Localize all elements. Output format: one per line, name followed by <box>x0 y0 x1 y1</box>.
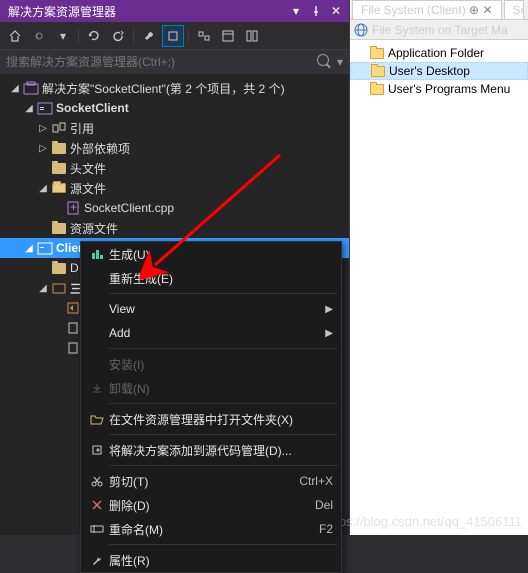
folder-icon <box>370 48 384 59</box>
preview-icon[interactable] <box>241 25 263 47</box>
scc-icon <box>85 444 109 456</box>
svg-text:++: ++ <box>70 201 79 214</box>
context-menu: 生成(U) 重新生成(E) View▶ Add▶ 安装(I) 卸载(N) 在文件… <box>80 241 342 573</box>
source-files-label: 源文件 <box>70 180 106 197</box>
collapse-icon[interactable] <box>193 25 215 47</box>
folder-icon <box>371 66 385 77</box>
open-folder-icon <box>85 413 109 425</box>
delete-icon <box>85 499 109 511</box>
folder-icon <box>50 220 68 236</box>
search-input[interactable] <box>6 55 317 69</box>
solution-icon <box>22 80 40 96</box>
file-system-panel: File System (Client) ⊕ ✕ Sc File System … <box>350 0 528 535</box>
properties-icon <box>85 554 109 566</box>
folder-icon <box>50 140 68 156</box>
resource-files-label: 资源文件 <box>70 220 118 237</box>
sync-icon[interactable] <box>83 25 105 47</box>
folder-list: Application Folder User's Desktop User's… <box>350 40 528 102</box>
dropdown-icon[interactable]: ▾ <box>287 2 305 20</box>
pin-icon[interactable] <box>307 2 325 20</box>
refresh-icon[interactable] <box>107 25 129 47</box>
tab-close-icon[interactable]: ✕ <box>482 3 492 17</box>
project-node-socketclient[interactable]: ◢ SocketClient <box>0 98 349 118</box>
header-files-node[interactable]: 头文件 <box>0 158 349 178</box>
menu-add[interactable]: Add▶ <box>81 321 341 345</box>
solution-node[interactable]: ◢ 解决方案"SocketClient"(第 2 个项目，共 2 个) <box>0 78 349 98</box>
project-icon <box>36 100 54 116</box>
back-icon[interactable] <box>28 25 50 47</box>
menu-delete[interactable]: 删除(D)Del <box>81 493 341 517</box>
references-label: 引用 <box>70 120 94 137</box>
folder-icon <box>50 260 68 276</box>
external-deps-label: 外部依赖项 <box>70 140 130 157</box>
fwd-icon[interactable]: ▾ <box>52 25 74 47</box>
menu-add-scc[interactable]: 将解决方案添加到源代码管理(D)... <box>81 438 341 462</box>
menu-rebuild[interactable]: 重新生成(E) <box>81 266 341 290</box>
solution-label: 解决方案"SocketClient"(第 2 个项目，共 2 个) <box>42 80 285 97</box>
panel-window-controls: ▾ ✕ <box>287 2 345 20</box>
home-icon[interactable] <box>4 25 26 47</box>
folder-icon <box>370 84 384 95</box>
tab-row: File System (Client) ⊕ ✕ Sc <box>350 0 528 20</box>
setup-icon <box>50 280 68 296</box>
folder-item-desktop[interactable]: User's Desktop <box>350 62 528 80</box>
tab-overflow[interactable]: Sc <box>504 0 524 19</box>
references-icon <box>50 120 68 136</box>
menu-view[interactable]: View▶ <box>81 297 341 321</box>
menu-cut[interactable]: 剪切(T)Ctrl+X <box>81 469 341 493</box>
resource-files-node[interactable]: 资源文件 <box>0 218 349 238</box>
menu-install: 安装(I) <box>81 352 341 376</box>
search-dropdown-icon[interactable]: ▾ <box>337 55 343 69</box>
external-deps-node[interactable]: ▷ 外部依赖项 <box>0 138 349 158</box>
toolbar: ▾ <box>0 22 349 50</box>
search-icon[interactable] <box>317 54 333 70</box>
submenu-arrow-icon: ▶ <box>325 304 333 315</box>
panel-title-bar: 解决方案资源管理器 ▾ ✕ <box>0 0 349 22</box>
header-files-label: 头文件 <box>70 160 106 177</box>
folder-open-icon <box>50 180 68 196</box>
build-icon <box>85 247 109 261</box>
menu-build[interactable]: 生成(U) <box>81 242 341 266</box>
source-files-node[interactable]: ◢ 源文件 <box>0 178 349 198</box>
folder-item-application[interactable]: Application Folder <box>350 44 528 62</box>
cpp-file-icon: ++ <box>64 200 82 216</box>
rename-icon <box>85 524 109 534</box>
cpp-file-label: SocketClient.cpp <box>84 201 174 215</box>
folder-item-programs[interactable]: User's Programs Menu <box>350 80 528 98</box>
props-icon[interactable] <box>217 25 239 47</box>
panel-header: File System on Target Ma <box>350 20 528 40</box>
menu-rename[interactable]: 重命名(M)F2 <box>81 517 341 541</box>
show-all-icon[interactable] <box>162 25 184 47</box>
references-node[interactable]: ▷ 引用 <box>0 118 349 138</box>
cut-icon <box>85 475 109 487</box>
folder-icon <box>50 160 68 176</box>
menu-open-folder[interactable]: 在文件资源管理器中打开文件夹(X) <box>81 407 341 431</box>
submenu-arrow-icon: ▶ <box>325 328 333 339</box>
tab-file-system[interactable]: File System (Client) ⊕ ✕ <box>352 0 502 19</box>
project-icon <box>36 240 54 256</box>
close-icon[interactable]: ✕ <box>327 2 345 20</box>
search-box[interactable]: ▾ <box>0 50 349 74</box>
globe-icon <box>354 23 368 37</box>
panel-title: 解决方案资源管理器 <box>4 3 116 20</box>
unload-icon <box>85 382 109 394</box>
project-label: SocketClient <box>56 101 129 115</box>
menu-uninstall: 卸载(N) <box>81 376 341 400</box>
cpp-file-node[interactable]: ++ SocketClient.cpp <box>0 198 349 218</box>
panel-header-label: File System on Target Ma <box>372 23 508 37</box>
wrench-icon[interactable] <box>138 25 160 47</box>
menu-properties[interactable]: 属性(R) <box>81 548 341 572</box>
tab-pin-icon[interactable]: ⊕ <box>469 3 479 17</box>
